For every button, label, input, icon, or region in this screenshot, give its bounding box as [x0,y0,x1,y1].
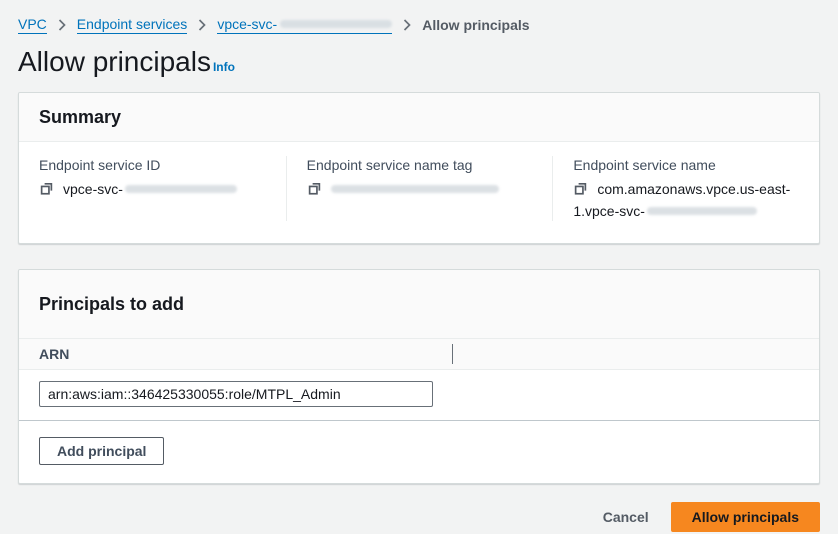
redacted-text [125,185,237,193]
arn-input-row [19,370,819,420]
principals-to-add-header: Principals to add [19,270,819,339]
arn-input[interactable] [39,381,433,407]
cancel-button[interactable]: Cancel [603,509,649,525]
summary-panel: Summary Endpoint service ID vpce-svc- En… [18,92,820,244]
breadcrumb-link-endpoint-services[interactable]: Endpoint services [77,16,188,34]
endpoint-service-id-prefix: vpce-svc- [63,181,123,197]
copy-icon[interactable] [307,181,322,201]
field-label: Endpoint service name tag [307,156,533,174]
summary-field-endpoint-service-name-tag: Endpoint service name tag [286,156,553,221]
redacted-text [280,20,392,28]
breadcrumb-link-vpc[interactable]: VPC [18,16,47,34]
breadcrumb: VPC Endpoint services vpce-svc- Allow pr… [0,0,838,34]
form-actions: Cancel Allow principals [0,484,838,532]
breadcrumb-current-page: Allow principals [422,17,529,33]
column-resize-handle[interactable] [452,344,453,364]
principals-to-add-panel: Principals to add ARN Add principal [18,269,820,484]
copy-icon[interactable] [573,181,588,201]
field-value: com.amazonaws.vpce.us-east-1.vpce-svc- [573,179,799,221]
breadcrumb-link-endpoint-service-id[interactable]: vpce-svc- [217,16,392,34]
page-title-row: Allow principals Info [0,34,838,80]
field-label: Endpoint service ID [39,156,266,174]
arn-column-header: ARN [39,346,69,362]
add-principal-row: Add principal [19,421,819,483]
page-title: Allow principals [18,44,211,80]
arn-column-header-row: ARN [19,339,819,370]
chevron-right-icon [198,19,206,31]
summary-grid: Endpoint service ID vpce-svc- Endpoint s… [19,142,819,243]
summary-field-endpoint-service-id: Endpoint service ID vpce-svc- [19,156,286,221]
breadcrumb-service-id-prefix: vpce-svc- [217,16,277,32]
redacted-text [647,207,757,215]
chevron-right-icon [58,19,66,31]
field-value: vpce-svc- [39,179,266,201]
allow-principals-button[interactable]: Allow principals [671,502,820,532]
field-label: Endpoint service name [573,156,799,174]
info-link[interactable]: Info [213,60,235,74]
add-principal-button[interactable]: Add principal [39,437,164,465]
redacted-text [331,185,499,193]
summary-field-endpoint-service-name: Endpoint service name com.amazonaws.vpce… [552,156,819,221]
chevron-right-icon [403,19,411,31]
copy-icon[interactable] [39,181,54,201]
field-value [307,179,533,201]
summary-header: Summary [19,93,819,142]
